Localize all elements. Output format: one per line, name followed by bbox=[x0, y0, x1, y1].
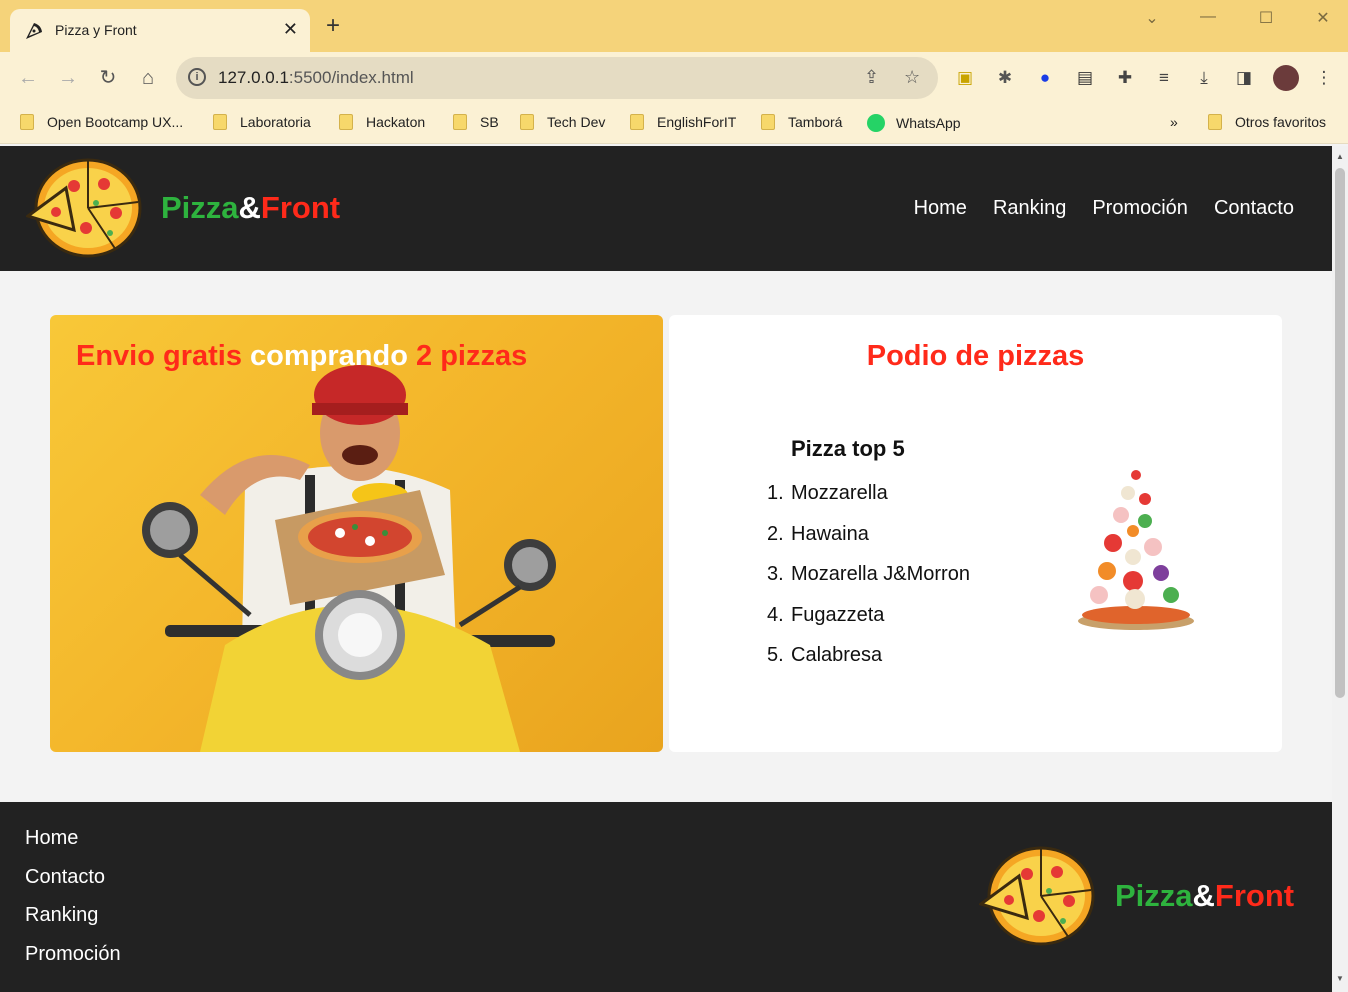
browser-toolbar: ← → ↻ ⌂ i 127.0.0.1:5500/index.html ⇪ ☆ … bbox=[0, 52, 1348, 104]
close-tab-icon[interactable]: ✕ bbox=[283, 19, 298, 39]
main-nav: Home Ranking Promoción Contacto bbox=[914, 197, 1294, 220]
footer-link-ranking[interactable]: Ranking bbox=[25, 904, 121, 943]
list-item: 1. Mozzarella bbox=[767, 482, 888, 504]
other-favorites-folder[interactable]: Otros favoritos bbox=[1208, 114, 1326, 130]
home-icon[interactable]: ⌂ bbox=[136, 66, 160, 90]
footer-links: Home Contacto Ranking Promoción bbox=[25, 827, 121, 981]
bookmark-item[interactable]: Open Bootcamp UX... bbox=[20, 114, 183, 130]
more-bookmarks-icon[interactable]: » bbox=[1170, 114, 1178, 130]
nav-home[interactable]: Home bbox=[914, 197, 967, 220]
extension-selenium-icon[interactable]: ▤ bbox=[1074, 67, 1096, 89]
extensions-puzzle-icon[interactable]: ✚ bbox=[1114, 67, 1136, 89]
page-scrollbar[interactable]: ▲ ▼ bbox=[1332, 146, 1348, 992]
folder-icon bbox=[1208, 114, 1222, 130]
folder-icon bbox=[520, 114, 534, 130]
brand-name[interactable]: Pizza&Front bbox=[161, 190, 340, 226]
pizza-favicon-icon bbox=[26, 23, 42, 39]
footer-link-home[interactable]: Home bbox=[25, 827, 121, 866]
reading-list-icon[interactable]: ≡ bbox=[1153, 67, 1175, 89]
nav-ranking[interactable]: Ranking bbox=[993, 197, 1066, 220]
scrollbar-thumb[interactable] bbox=[1335, 168, 1345, 698]
whatsapp-icon bbox=[867, 114, 885, 132]
site-header: Pizza&Front Home Ranking Promoción Conta… bbox=[0, 146, 1332, 271]
browser-tab-active[interactable]: Pizza y Front ✕ bbox=[10, 9, 310, 52]
reload-icon[interactable]: ↻ bbox=[96, 66, 120, 90]
pizza-logo-icon[interactable] bbox=[979, 846, 1095, 946]
extension-bolt-icon[interactable]: ● bbox=[1034, 67, 1056, 89]
new-tab-icon[interactable]: + bbox=[326, 14, 340, 38]
list-item: 2. Hawaina bbox=[767, 522, 869, 545]
profile-avatar[interactable] bbox=[1273, 65, 1299, 91]
folder-icon bbox=[339, 114, 353, 130]
pizza-logo-icon[interactable] bbox=[26, 158, 142, 258]
promo-card: Envio gratis comprando 2 pizzas bbox=[50, 315, 663, 752]
bookmarks-bar: Open Bootcamp UX... Laboratoria Hackaton… bbox=[0, 104, 1348, 144]
nav-contacto[interactable]: Contacto bbox=[1214, 197, 1294, 220]
footer-brand-name: Pizza&Front bbox=[1115, 878, 1295, 913]
address-bar[interactable]: i 127.0.0.1:5500/index.html ⇪ ☆ bbox=[176, 57, 938, 99]
scroll-up-icon[interactable]: ▲ bbox=[1336, 152, 1344, 161]
forward-icon[interactable]: → bbox=[56, 66, 80, 90]
extension-bug-icon[interactable]: ✱ bbox=[994, 67, 1016, 89]
scroll-down-icon[interactable]: ▼ bbox=[1336, 974, 1344, 983]
side-panel-icon[interactable]: ◨ bbox=[1233, 67, 1255, 89]
bookmark-item[interactable]: Tamborá bbox=[761, 114, 842, 130]
extension-folder-icon[interactable]: ▣ bbox=[954, 67, 976, 89]
folder-icon bbox=[453, 114, 467, 130]
menu-kebab-icon[interactable]: ⋮ bbox=[1313, 67, 1335, 89]
share-icon[interactable]: ⇪ bbox=[864, 67, 879, 88]
podium-card: Podio de pizzas Pizza top 5 1. Mozzarella… bbox=[669, 315, 1282, 752]
tab-search-icon[interactable]: ⌄ bbox=[1140, 8, 1164, 28]
folder-icon bbox=[213, 114, 227, 130]
nav-promocion[interactable]: Promoción bbox=[1092, 197, 1188, 220]
footer-link-promocion[interactable]: Promoción bbox=[25, 943, 121, 982]
bookmark-item[interactable]: Hackaton bbox=[339, 114, 425, 130]
url-text[interactable]: 127.0.0.1:5500/index.html bbox=[218, 68, 414, 88]
list-item: 4. Fugazzeta bbox=[767, 603, 885, 626]
download-icon[interactable]: ⤓ bbox=[1193, 67, 1215, 89]
flying-ingredients-pizza-image bbox=[1078, 470, 1194, 630]
site-footer: Home Contacto Ranking Promoción Pizza&Fr… bbox=[0, 802, 1332, 992]
delivery-man-scooter-image bbox=[142, 365, 556, 752]
maximize-icon[interactable]: ☐ bbox=[1254, 8, 1278, 28]
folder-icon bbox=[761, 114, 775, 130]
browser-tabbar: Pizza y Front ✕ + ⌄ — ☐ ✕ bbox=[0, 0, 1348, 52]
folder-icon bbox=[20, 114, 34, 130]
tab-title: Pizza y Front bbox=[55, 22, 137, 38]
promo-title: Envio gratis comprando 2 pizzas bbox=[76, 340, 528, 372]
bookmark-item[interactable]: SB bbox=[453, 114, 499, 130]
bookmark-item[interactable]: Tech Dev bbox=[520, 114, 605, 130]
folder-icon bbox=[630, 114, 644, 130]
top-pizza-list: 1. Mozzarella 2. Hawaina 3. Mozarella J&Mor… bbox=[767, 482, 970, 685]
list-item: 3. Mozarella J&Morron bbox=[767, 563, 970, 585]
minimize-icon[interactable]: — bbox=[1196, 8, 1220, 26]
site-info-icon[interactable]: i bbox=[188, 68, 206, 86]
bookmark-star-icon[interactable]: ☆ bbox=[904, 67, 920, 88]
close-window-icon[interactable]: ✕ bbox=[1311, 8, 1335, 28]
bookmark-item[interactable]: WhatsApp bbox=[867, 114, 961, 132]
back-icon[interactable]: ← bbox=[16, 66, 40, 90]
list-item: 5. Calabresa bbox=[767, 644, 883, 666]
footer-link-contacto[interactable]: Contacto bbox=[25, 866, 121, 905]
podium-title: Podio de pizzas bbox=[866, 340, 1085, 372]
bookmark-item[interactable]: Laboratoria bbox=[213, 114, 311, 130]
bookmark-item[interactable]: EnglishForIT bbox=[630, 114, 736, 130]
top-list-title: Pizza top 5 bbox=[791, 436, 905, 461]
